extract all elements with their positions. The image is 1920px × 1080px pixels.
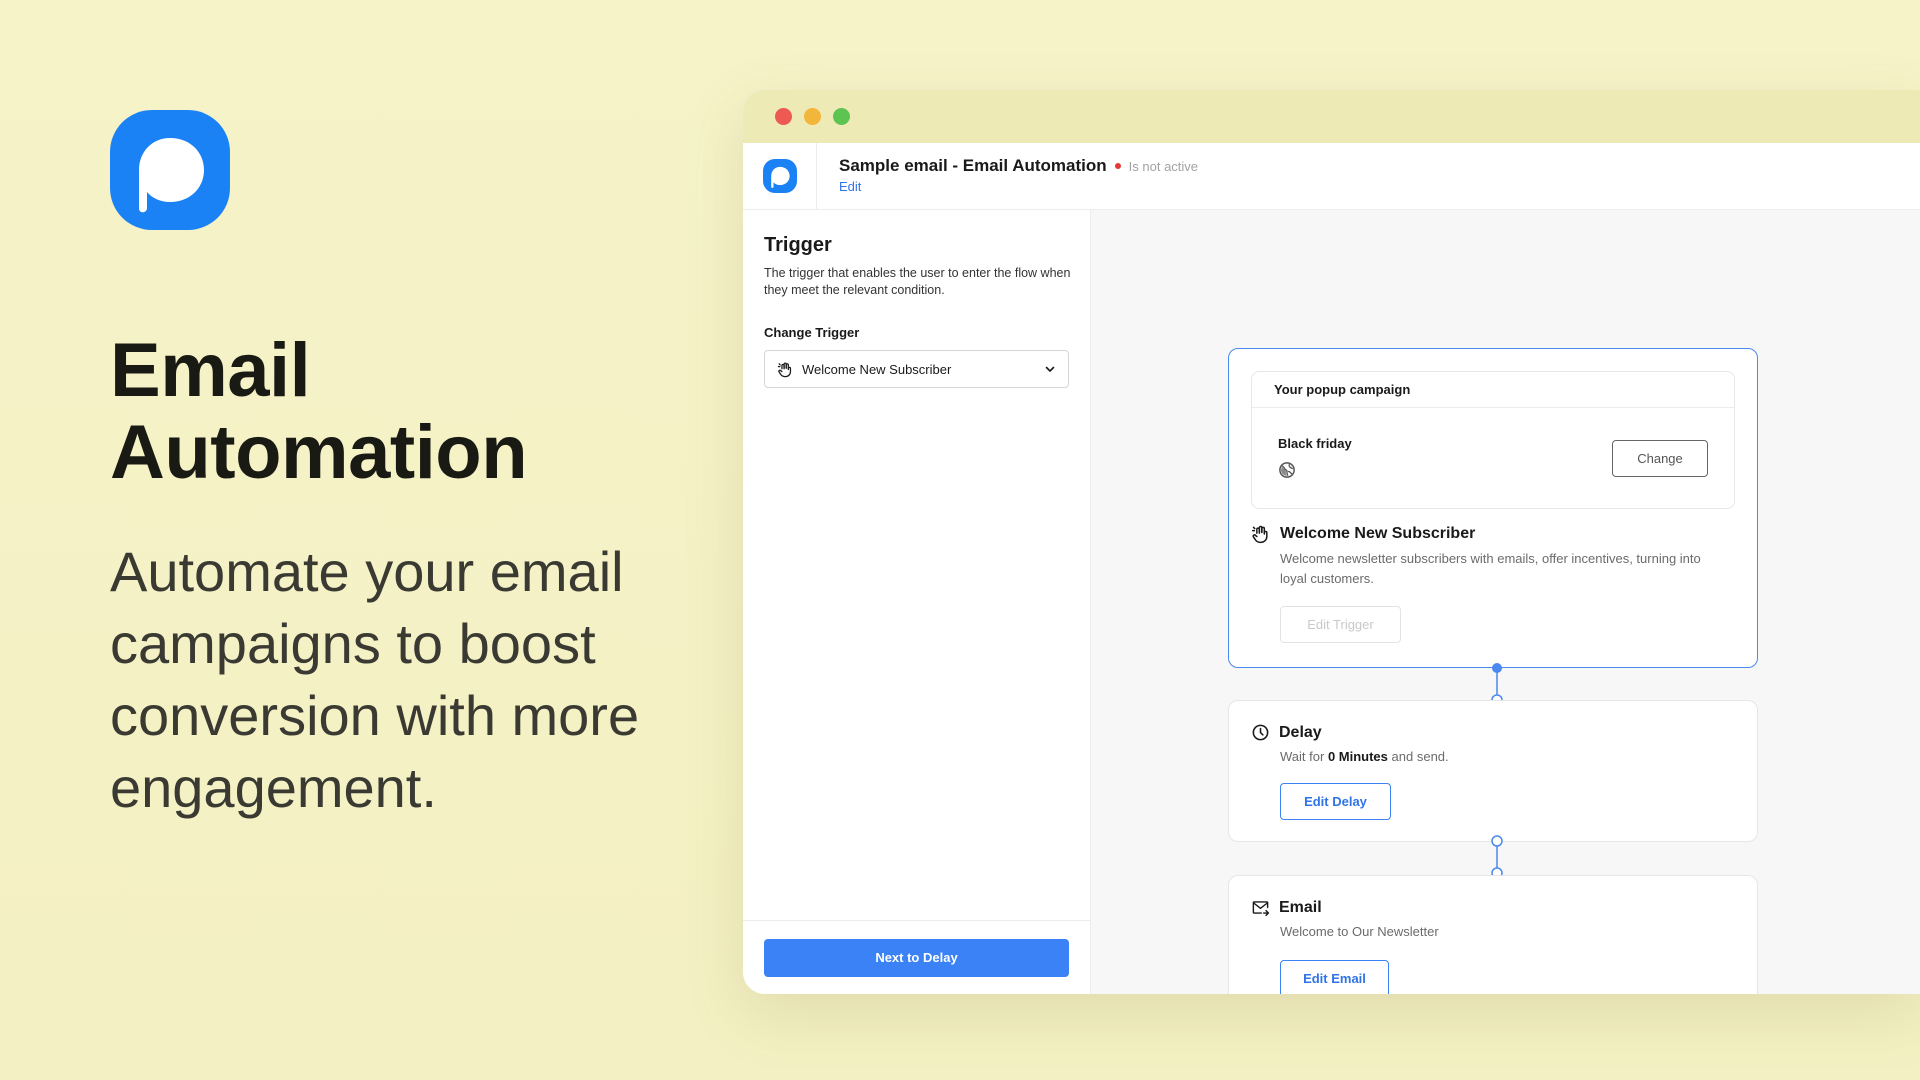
edit-trigger-button[interactable]: Edit Trigger bbox=[1280, 606, 1401, 643]
window-minimize-button[interactable] bbox=[804, 108, 821, 125]
app-header: Sample email - Email Automation Is not a… bbox=[743, 142, 1920, 210]
delay-step-title: Delay bbox=[1279, 723, 1322, 741]
trigger-select-value: Welcome New Subscriber bbox=[802, 361, 952, 377]
app-body: Trigger The trigger that enables the use… bbox=[743, 210, 1920, 994]
hero-title-line1: Email bbox=[110, 328, 311, 413]
automation-title: Sample email - Email Automation bbox=[839, 156, 1107, 175]
edit-title-link[interactable]: Edit bbox=[839, 179, 861, 194]
window-maximize-button[interactable] bbox=[833, 108, 850, 125]
trigger-select[interactable]: Welcome New Subscriber bbox=[764, 350, 1069, 388]
brand-logo bbox=[110, 110, 230, 230]
app-logo-icon bbox=[762, 159, 797, 193]
trigger-step-title: Welcome New Subscriber bbox=[1280, 525, 1476, 542]
email-step-title: Email bbox=[1279, 898, 1322, 916]
trigger-sidebar: Trigger The trigger that enables the use… bbox=[743, 210, 1091, 994]
sidebar-title: Trigger bbox=[764, 234, 832, 256]
delay-step-head: Delay bbox=[1251, 723, 1322, 742]
globe-icon bbox=[1279, 462, 1295, 478]
delay-desc-suffix: and send. bbox=[1391, 749, 1449, 764]
email-card[interactable]: Email Welcome to Our Newsletter Edit Ema… bbox=[1228, 875, 1758, 994]
wave-hand-icon bbox=[1251, 525, 1268, 544]
change-popup-button[interactable]: Change bbox=[1612, 440, 1708, 477]
clock-icon bbox=[1252, 724, 1269, 741]
popup-campaign-box: Your popup campaign Black friday Change bbox=[1251, 371, 1735, 509]
edit-email-button[interactable]: Edit Email bbox=[1280, 960, 1389, 994]
app-title-block: Sample email - Email Automation Is not a… bbox=[817, 156, 1198, 196]
popup-campaign-name: Black friday bbox=[1278, 436, 1352, 451]
trigger-step-head: Welcome New Subscriber bbox=[1251, 524, 1475, 544]
delay-card[interactable]: Delay Wait for 0 Minutes and send. Edit … bbox=[1228, 700, 1758, 842]
delay-step-description: Wait for 0 Minutes and send. bbox=[1280, 747, 1730, 767]
hero-subtitle: Automate your email campaigns to boost c… bbox=[110, 540, 640, 819]
email-step-head: Email bbox=[1251, 898, 1322, 917]
next-to-delay-button[interactable]: Next to Delay bbox=[764, 938, 1069, 977]
app-window: Sample email - Email Automation Is not a… bbox=[743, 90, 1920, 994]
wave-hand-icon bbox=[777, 361, 792, 377]
delay-desc-prefix: Wait for bbox=[1280, 749, 1325, 764]
flow-canvas: Your popup campaign Black friday Change … bbox=[1091, 210, 1920, 994]
hero-title: Email Automation bbox=[110, 328, 528, 495]
change-trigger-label: Change Trigger bbox=[764, 325, 860, 340]
status-text: Is not active bbox=[1128, 158, 1199, 174]
flow-connector bbox=[1491, 835, 1503, 879]
popup-campaign-header: Your popup campaign bbox=[1252, 372, 1734, 408]
window-close-button[interactable] bbox=[775, 108, 792, 125]
sidebar-footer: Next to Delay bbox=[743, 920, 1090, 994]
trigger-step-description: Welcome newsletter subscribers with emai… bbox=[1280, 551, 1701, 586]
window-titlebar bbox=[743, 90, 1920, 143]
sidebar-description: The trigger that enables the user to ent… bbox=[764, 266, 1071, 297]
delay-duration-value: 0 Minutes bbox=[1327, 749, 1388, 764]
mail-send-icon bbox=[1252, 901, 1270, 917]
trigger-card[interactable]: Your popup campaign Black friday Change … bbox=[1228, 348, 1758, 668]
edit-delay-button[interactable]: Edit Delay bbox=[1280, 783, 1391, 820]
chevron-down-icon bbox=[1045, 366, 1055, 372]
app-logo-cell[interactable] bbox=[743, 142, 817, 210]
status-dot-icon bbox=[1114, 163, 1121, 169]
email-step-description: Welcome to Our Newsletter bbox=[1280, 924, 1439, 939]
hero-title-line2: Automation bbox=[110, 410, 528, 495]
